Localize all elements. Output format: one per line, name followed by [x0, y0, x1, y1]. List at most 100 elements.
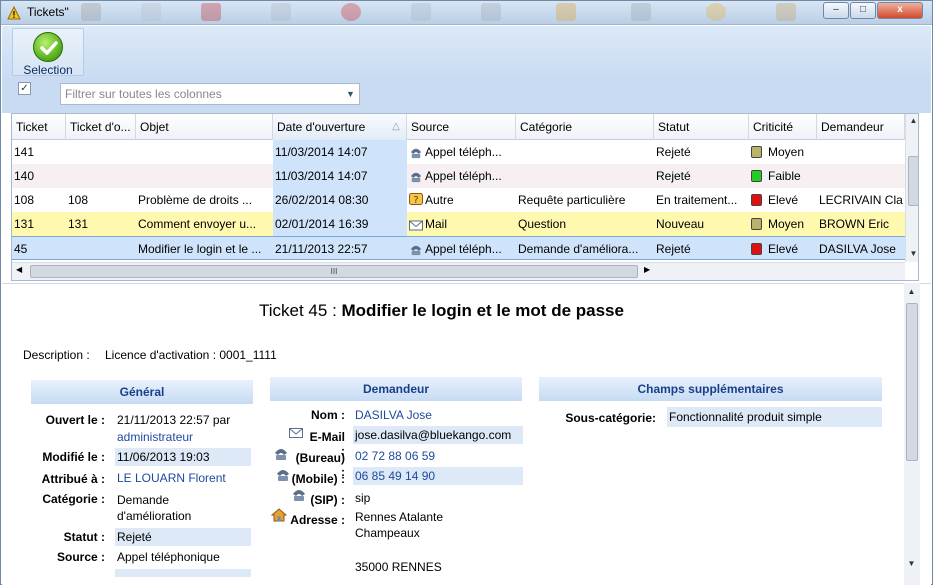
cell-demandeur: BROWN Eric [819, 217, 889, 231]
cell-objet [136, 140, 273, 164]
filter-checkbox[interactable]: ✓ [18, 82, 31, 95]
chevron-down-icon[interactable]: ▼ [342, 84, 359, 104]
table-row[interactable]: 131 131 Comment envoyer u... 02/01/2014 16:… [12, 212, 905, 236]
table-row[interactable]: 108 108 Problème de droits ... 26/02/2014 0… [12, 188, 905, 212]
criticality-indicator-icon [751, 194, 762, 206]
description-value: Licence d'activation : 0001_1111 [105, 348, 277, 362]
table-row[interactable]: 140 11/03/2014 14:07 Appel téléph... Rejeté… [12, 164, 905, 188]
cell-statut: Rejeté [656, 145, 691, 159]
cell-source: Appel téléph... [407, 237, 516, 261]
scroll-right-icon[interactable]: ▶ [644, 265, 650, 274]
filter-bar: ✓ ▼ [2, 77, 931, 113]
column-header-objet[interactable]: Objet [136, 114, 273, 140]
mobile-value[interactable]: 06 85 49 14 90 [353, 467, 523, 485]
ticket-title-subject: Modifier le login et le mot de passe [341, 301, 624, 320]
horizontal-scroll-thumb[interactable]: III [30, 265, 638, 278]
cell-criticite: Faible [749, 164, 817, 188]
grid-vertical-scrollbar[interactable]: ▲ ▼ [905, 114, 918, 262]
svg-text:?: ? [413, 195, 418, 206]
table-row[interactable]: 45 Modifier le login et le ... 21/11/2013 … [12, 236, 905, 260]
cell-date: 11/03/2014 14:07 [273, 140, 407, 164]
attribue-value[interactable]: LE LOUARN Florent [117, 471, 226, 485]
scroll-up-icon[interactable]: ▲ [904, 287, 919, 296]
bg-toolbar-icon [411, 3, 431, 21]
email-value[interactable]: jose.dasilva@bluekango.com [353, 426, 523, 444]
home-icon [270, 508, 288, 525]
scroll-up-icon[interactable]: ▲ [906, 116, 918, 125]
bg-toolbar-icon [556, 3, 576, 21]
column-header-demandeur[interactable]: Demandeur [817, 114, 905, 140]
cell-ticket: 140 [14, 169, 35, 183]
scroll-grip: III [330, 267, 338, 276]
criticality-indicator-icon [751, 243, 762, 255]
minimize-button[interactable]: – [823, 2, 849, 19]
adresse-line1: Rennes Atalante [355, 510, 444, 524]
scroll-down-icon[interactable]: ▼ [904, 559, 919, 568]
cell-ticket: 45 [14, 242, 28, 256]
cell-date: 26/02/2014 08:30 [273, 188, 407, 212]
mobile-label: (Mobile) : [291, 472, 345, 486]
nom-label: Nom : [311, 408, 345, 422]
mail-icon [289, 427, 303, 441]
column-header-ticket[interactable]: Ticket [12, 114, 66, 140]
bg-toolbar-icon [631, 3, 651, 21]
title-bar: Tickets" – □ x [1, 1, 932, 25]
bureau-value[interactable]: 02 72 88 06 59 [355, 449, 435, 463]
cell-date: 21/11/2013 22:57 [275, 242, 368, 256]
cell-objet: Problème de droits ... [138, 193, 253, 207]
cell-ticket: 108 [14, 193, 35, 207]
column-header-source[interactable]: Source [407, 114, 516, 140]
close-button[interactable]: x [877, 2, 923, 19]
selection-button[interactable]: Selection [12, 28, 84, 77]
cell-demandeur [817, 164, 905, 188]
ouvert-value: 21/11/2013 22:57 par [117, 413, 231, 427]
grid-horizontal-scrollbar[interactable]: ◀ III ▶ [12, 262, 905, 280]
bg-toolbar-icon [706, 3, 726, 21]
bg-toolbar-icon [141, 3, 161, 21]
detail-vertical-scrollbar[interactable]: ▲ ▼ [904, 283, 920, 585]
scroll-thumb[interactable] [908, 156, 918, 206]
next-field-highlight [115, 569, 251, 577]
criticality-indicator-icon [751, 146, 762, 158]
cell-ticket: 141 [14, 145, 35, 159]
cell-statut: En traitement... [656, 193, 738, 207]
column-header-statut[interactable]: Statut [654, 114, 749, 140]
cell-statut: Rejeté [656, 242, 691, 256]
table-row[interactable]: 141 11/03/2014 14:07 Appel téléph... Rejeté… [12, 140, 905, 164]
column-header-ticket-origine[interactable]: Ticket d'o... [66, 114, 136, 140]
column-header-criticite[interactable]: Criticité [749, 114, 817, 140]
ouvert-label: Ouvert le : [45, 413, 105, 427]
filter-input[interactable] [60, 83, 360, 105]
grid-body: 141 11/03/2014 14:07 Appel téléph... Rejeté… [12, 140, 905, 262]
cell-ticket-origine: 108 [68, 193, 89, 207]
criticality-indicator-icon [751, 170, 762, 182]
selection-label: Selection [23, 63, 73, 77]
statut-label: Statut : [63, 530, 105, 544]
attribue-label: Attribué à : [41, 472, 105, 486]
sort-ascending-icon: △ [392, 121, 400, 132]
scroll-thumb[interactable] [906, 303, 918, 461]
column-header-categorie[interactable]: Catégorie [516, 114, 654, 140]
scroll-down-icon[interactable]: ▼ [906, 249, 918, 258]
adresse-line3: 35000 RENNES [355, 560, 442, 574]
mail-icon [409, 215, 423, 231]
phone-icon [291, 488, 307, 505]
scroll-left-icon[interactable]: ◀ [16, 265, 22, 274]
cell-demandeur: LECRIVAIN Cla [819, 193, 903, 207]
question-icon: ? [409, 191, 423, 206]
nom-value[interactable]: DASILVA Jose [355, 408, 432, 422]
cell-criticite: Elevé [749, 188, 817, 212]
cell-objet [136, 164, 273, 188]
warning-icon [7, 6, 21, 20]
maximize-button[interactable]: □ [850, 2, 876, 19]
column-header-date[interactable]: Date d'ouverture △ [273, 114, 407, 140]
cell-objet: Modifier le login et le ... [138, 242, 262, 256]
bg-toolbar-icon [201, 3, 221, 21]
ouvert-user[interactable]: administrateur [117, 430, 193, 444]
grid-header: Ticket Ticket d'o... Objet Date d'ouvert… [12, 114, 905, 140]
cell-categorie: Requête particulière [518, 193, 626, 207]
description-label: Description : [23, 348, 90, 362]
bg-toolbar-icon [271, 3, 291, 21]
phone-icon [273, 447, 289, 464]
tickets-grid: Ticket Ticket d'o... Objet Date d'ouvert… [11, 113, 919, 281]
